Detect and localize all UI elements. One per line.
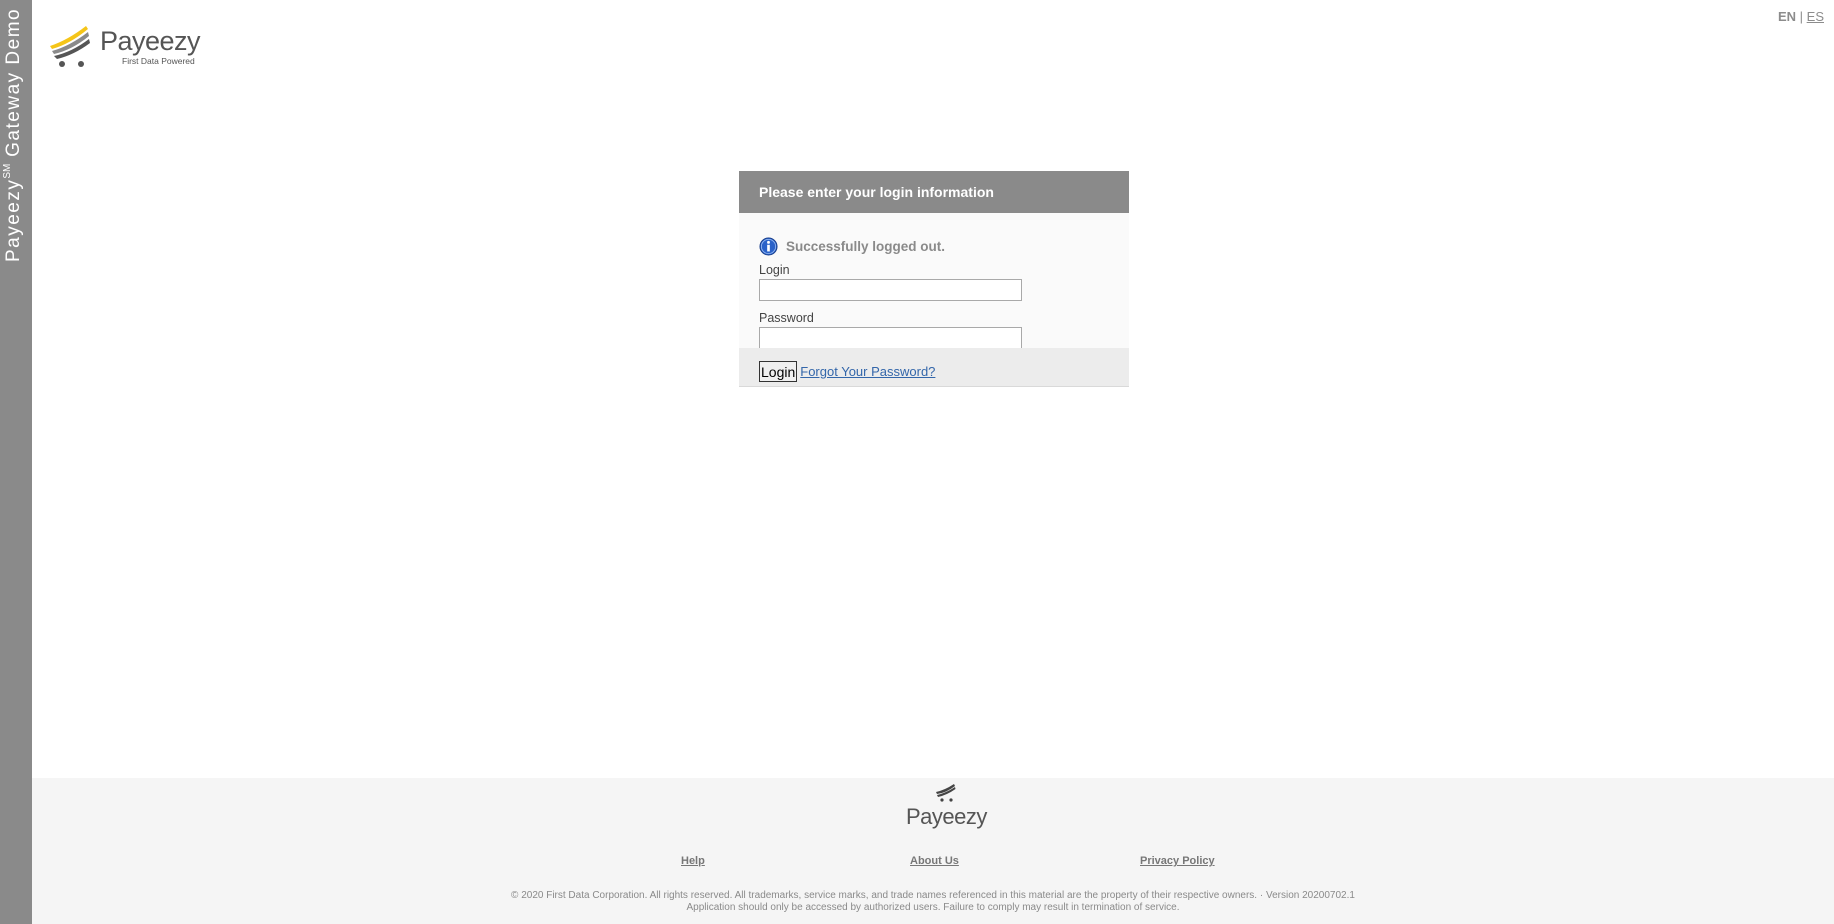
- password-label: Password: [759, 311, 814, 325]
- login-panel: Please enter your login information Succ…: [739, 171, 1129, 416]
- sidebar: PayeezySM Gateway Demo: [0, 0, 32, 924]
- login-label: Login: [759, 263, 790, 277]
- copyright-text: © 2020 First Data Corporation. All right…: [32, 890, 1834, 914]
- login-panel-body: Successfully logged out. Login Password: [739, 213, 1129, 349]
- logo-tagline: First Data Powered: [122, 56, 195, 66]
- copyright-line: © 2020 First Data Corporation. All right…: [511, 890, 1355, 901]
- login-button[interactable]: Login: [759, 361, 798, 382]
- footer-cart-icon: [936, 784, 956, 802]
- footer: Payeezy Help About Us Privacy Policy © 2…: [32, 778, 1834, 924]
- sidebar-title: PayeezySM Gateway Demo: [1, 7, 24, 262]
- footer-logo-wordmark: Payeezy: [906, 804, 987, 829]
- forgot-password-link[interactable]: Forgot Your Password?: [800, 364, 935, 379]
- login-input[interactable]: [759, 279, 1022, 301]
- language-en: EN: [1777, 9, 1797, 24]
- login-panel-header: Please enter your login information: [739, 171, 1129, 213]
- payeezy-logo: Payeezy First Data Powered: [48, 24, 201, 68]
- notice-text: Successfully logged out.: [786, 238, 946, 254]
- logo-wordmark: Payeezy: [100, 26, 201, 56]
- language-selector: EN | ES: [1778, 9, 1824, 24]
- about-us-link[interactable]: About Us: [910, 855, 959, 867]
- password-input[interactable]: [759, 327, 1022, 349]
- info-icon: [759, 236, 778, 256]
- help-link[interactable]: Help: [681, 855, 705, 867]
- access-notice-line: Application should only be accessed by a…: [686, 902, 1180, 913]
- logout-notice: Successfully logged out.: [759, 236, 1109, 256]
- login-panel-footer: Login Forgot Your Password?: [739, 348, 1129, 387]
- cart-logo-icon: [50, 26, 90, 67]
- language-es-link[interactable]: ES: [1807, 9, 1824, 24]
- language-separator: |: [1799, 9, 1804, 24]
- privacy-policy-link[interactable]: Privacy Policy: [1140, 855, 1215, 867]
- footer-logo: Payeezy: [892, 783, 1002, 833]
